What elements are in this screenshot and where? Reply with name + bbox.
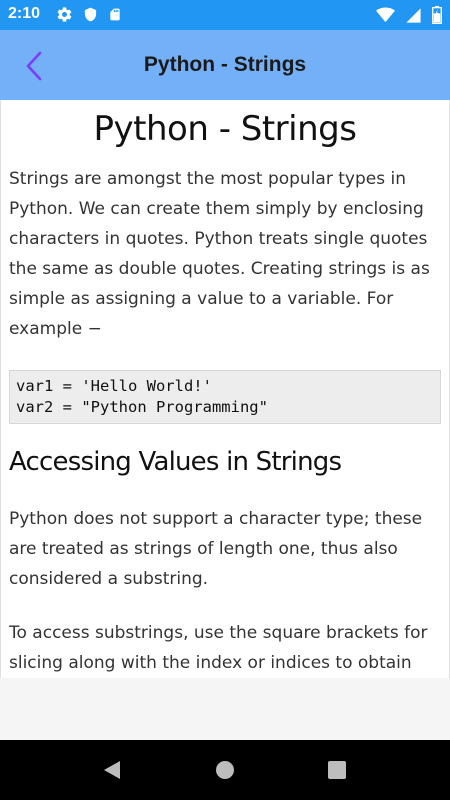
status-left-icons xyxy=(56,6,122,24)
section-heading: Accessing Values in Strings xyxy=(9,447,342,477)
settings-icon xyxy=(57,7,72,22)
paragraph-substrings: To access substrings, use the square bra… xyxy=(9,623,428,673)
paragraph-character-type: Python does not support a character type… xyxy=(9,509,423,589)
navigation-bar xyxy=(0,740,450,800)
nav-back-icon[interactable] xyxy=(101,759,123,781)
wifi-icon xyxy=(376,7,395,23)
bottom-blank-area xyxy=(0,678,450,740)
app-bar-title: Python - Strings xyxy=(143,53,307,76)
article-content: Python - Strings Strings are amongst the… xyxy=(0,100,450,678)
code-block: var1 = 'Hello World!' var2 = "Python Pro… xyxy=(9,370,441,424)
chevron-left-icon[interactable] xyxy=(22,50,48,82)
status-bar: 2:10 xyxy=(0,0,450,30)
nav-recent-icon[interactable] xyxy=(328,761,346,779)
cell-signal-icon xyxy=(406,7,421,23)
shield-icon xyxy=(84,7,97,22)
nav-home-icon[interactable] xyxy=(215,760,235,780)
app-bar: Python - Strings xyxy=(0,30,450,100)
sd-card-icon xyxy=(110,8,120,21)
status-time: 2:10 xyxy=(8,5,41,22)
intro-paragraph: Strings are amongst the most popular typ… xyxy=(9,169,430,339)
status-right-icons xyxy=(376,6,442,24)
page-title: Python - Strings xyxy=(93,109,357,149)
battery-icon xyxy=(432,6,442,24)
